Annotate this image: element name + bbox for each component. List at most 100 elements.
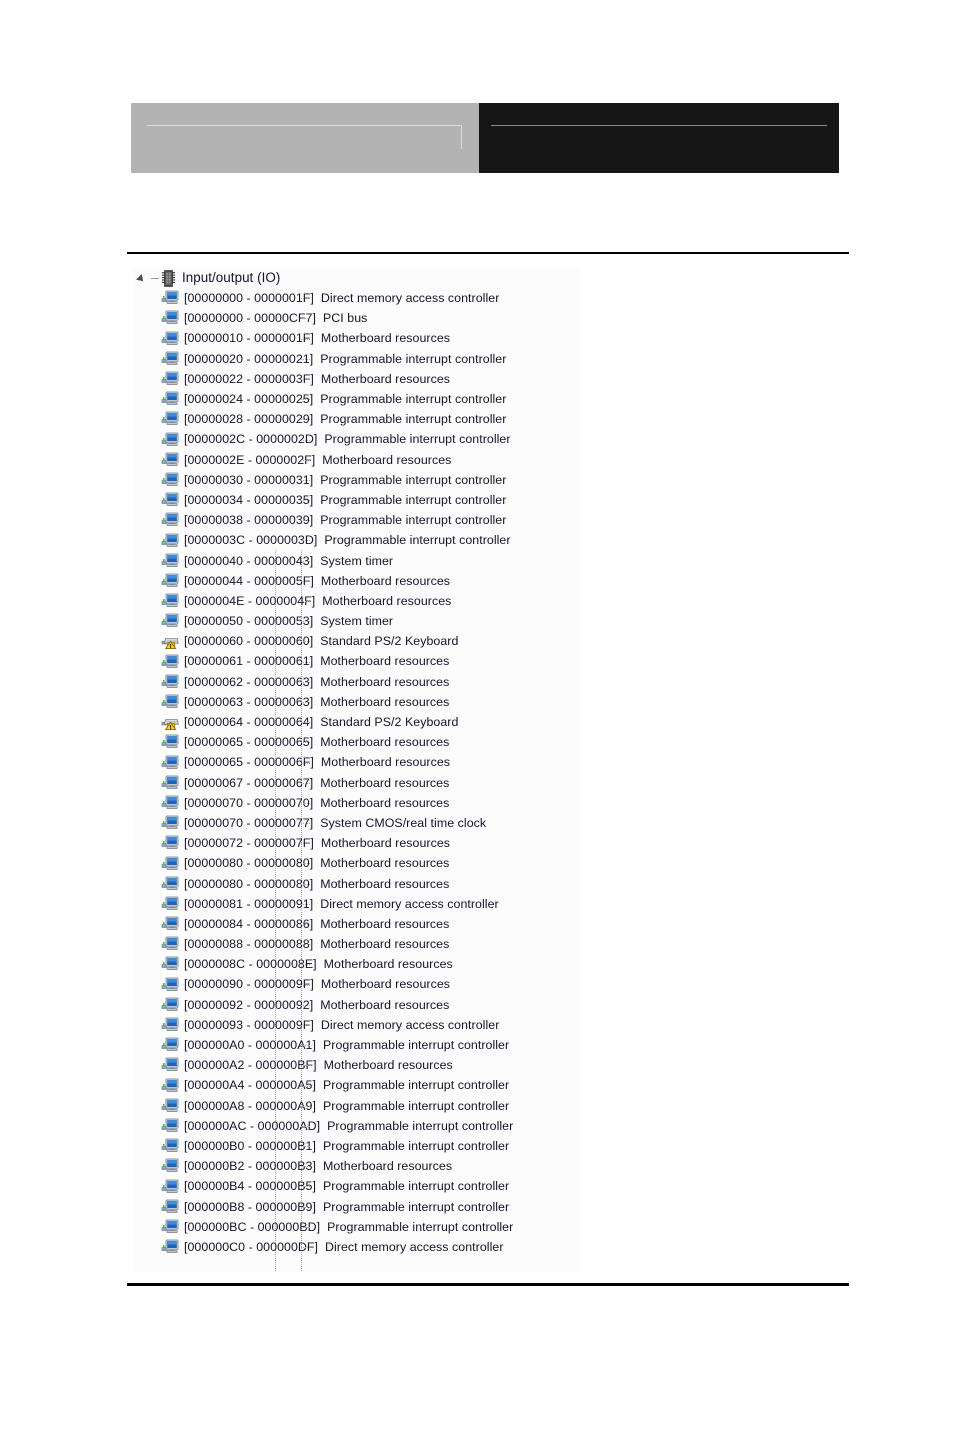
computer-icon	[161, 593, 179, 609]
tree-connector-elbow	[301, 964, 311, 966]
tree-row[interactable]: [00000044 - 0000005F] Motherboard resourc…	[133, 571, 581, 591]
resource-range: [000000B8 - 000000B9]	[184, 1199, 316, 1214]
resource-range: [00000062 - 00000063]	[184, 674, 314, 689]
tree-row[interactable]: [00000020 - 00000021] Programmable interr…	[133, 349, 581, 369]
tree-row[interactable]: [00000072 - 0000007F] Motherboard resourc…	[133, 833, 581, 853]
tree-row[interactable]: [000000A8 - 000000A9] Programmable interr…	[133, 1096, 581, 1116]
resource-device-label: Programmable interrupt controller	[320, 492, 507, 507]
computer-icon	[161, 1199, 179, 1215]
tree-row[interactable]: [00000000 - 00000CF7] PCI bus	[133, 308, 581, 328]
expand-collapse-triangle-icon[interactable]	[137, 273, 148, 284]
tree-row[interactable]: [00000034 - 00000035] Programmable interr…	[133, 490, 581, 510]
tree-row[interactable]: [00000067 - 00000067] Motherboard resourc…	[133, 773, 581, 793]
tree-row-text: [0000003C - 0000003D] Programmable interr…	[184, 534, 511, 547]
resource-device-label: Programmable interrupt controller	[320, 513, 507, 528]
tree-row[interactable]: [00000060 - 00000060] Standard PS/2 Keybo…	[133, 631, 581, 651]
tree-row[interactable]: [0000002C - 0000002D] Programmable interr…	[133, 430, 581, 450]
tree-connector-elbow	[301, 1186, 311, 1188]
tree-row[interactable]: [00000022 - 0000003F] Motherboard resourc…	[133, 369, 581, 389]
resource-device-label: Motherboard resources	[320, 694, 450, 709]
resource-device-label: Programmable interrupt controller	[327, 1118, 514, 1133]
tree-row-text: [00000081 - 00000091] Direct memory acces…	[184, 897, 499, 910]
tree-row[interactable]: [00000092 - 00000092] Motherboard resourc…	[133, 995, 581, 1015]
resource-range: [00000064 - 00000064]	[184, 715, 314, 730]
tree-row[interactable]: [000000BC - 000000BD] Programmable interr…	[133, 1217, 581, 1237]
tree-row[interactable]: [00000088 - 00000088] Motherboard resourc…	[133, 934, 581, 954]
computer-icon	[161, 1138, 179, 1154]
resource-device-label: Direct memory access controller	[320, 1017, 500, 1032]
tree-connector-elbow	[301, 298, 311, 300]
tree-row[interactable]: [000000B0 - 000000B1] Programmable interr…	[133, 1136, 581, 1156]
resource-range: [00000060 - 00000060]	[184, 634, 314, 649]
tree-connector-elbow	[301, 500, 311, 502]
tree-row[interactable]: [00000050 - 00000053] System timer	[133, 611, 581, 631]
header-banner-left-rule	[147, 125, 461, 126]
tree-row[interactable]: [000000AC - 000000AD] Programmable interr…	[133, 1116, 581, 1136]
computer-icon	[161, 1239, 179, 1255]
tree-root-row[interactable]: Input/output (IO)	[133, 268, 581, 288]
resource-range: [000000B2 - 000000B3]	[184, 1159, 316, 1174]
tree-row[interactable]: [00000081 - 00000091] Direct memory acces…	[133, 894, 581, 914]
tree-connector-elbow	[301, 1045, 311, 1047]
tree-row[interactable]: [00000093 - 0000009F] Direct memory acces…	[133, 1015, 581, 1035]
tree-row[interactable]: [00000070 - 00000070] Motherboard resourc…	[133, 793, 581, 813]
tree-row[interactable]: [00000065 - 0000006F] Motherboard resourc…	[133, 753, 581, 773]
tree-row[interactable]: [00000030 - 00000031] Programmable interr…	[133, 470, 581, 490]
tree-connector-elbow	[301, 944, 311, 946]
tree-row[interactable]: [00000062 - 00000063] Motherboard resourc…	[133, 672, 581, 692]
tree-row[interactable]: [00000010 - 0000001F] Motherboard resourc…	[133, 329, 581, 349]
tree-row[interactable]: [000000B8 - 000000B9] Programmable interr…	[133, 1197, 581, 1217]
tree-row[interactable]: [00000000 - 0000001F] Direct memory acces…	[133, 288, 581, 308]
tree-row-text: [00000044 - 0000005F] Motherboard resourc…	[184, 573, 450, 588]
resource-range: [00000034 - 00000035]	[184, 492, 314, 507]
computer-icon	[161, 734, 179, 750]
resource-range: [000000BC - 000000BD]	[184, 1219, 321, 1234]
tree-row[interactable]: [000000C0 - 000000DF] Direct memory acces…	[133, 1237, 581, 1257]
tree-connector-elbow	[301, 318, 311, 320]
tree-row[interactable]: [00000080 - 00000080] Motherboard resourc…	[133, 853, 581, 873]
computer-icon	[161, 1057, 179, 1073]
tree-row[interactable]: [00000038 - 00000039] Programmable interr…	[133, 510, 581, 530]
tree-rows-container: Input/output (IO) [00000000 - 0000001F] D…	[133, 268, 581, 1257]
tree-row[interactable]: [00000063 - 00000063] Motherboard resourc…	[133, 692, 581, 712]
resource-device-label: Motherboard resources	[320, 836, 451, 851]
tree-row[interactable]: [000000B4 - 000000B5] Programmable interr…	[133, 1176, 581, 1196]
memory-chip-icon	[161, 269, 176, 287]
tree-row[interactable]: [00000070 - 00000077] System CMOS/real ti…	[133, 813, 581, 833]
resource-range: [00000044 - 0000005F]	[184, 573, 314, 588]
tree-connector-elbow	[301, 924, 311, 925]
resource-range: [00000000 - 0000001F]	[184, 291, 314, 306]
tree-row[interactable]: [0000003C - 0000003D] Programmable interr…	[133, 530, 581, 550]
header-banner-right-rule	[491, 125, 827, 126]
tree-row[interactable]: [00000080 - 00000080] Motherboard resourc…	[133, 874, 581, 894]
header-banner	[131, 103, 839, 173]
io-resources-tree[interactable]: Input/output (IO) [00000000 - 0000001F] D…	[133, 268, 581, 1272]
resource-range: [000000B0 - 000000B1]	[184, 1138, 316, 1153]
resource-device-label: Standard PS/2 Keyboard	[320, 715, 459, 730]
tree-row[interactable]: [000000A0 - 000000A1] Programmable interr…	[133, 1035, 581, 1055]
tree-row[interactable]: [0000004E - 0000004F] Motherboard resourc…	[133, 591, 581, 611]
computer-icon	[161, 432, 179, 448]
resource-range: [0000008C - 0000008E]	[184, 957, 317, 972]
tree-row-text: [000000A8 - 000000A9] Programmable interr…	[184, 1099, 509, 1112]
tree-row[interactable]: [00000065 - 00000065] Motherboard resourc…	[133, 732, 581, 752]
tree-row[interactable]: [00000064 - 00000064] Standard PS/2 Keybo…	[133, 712, 581, 732]
tree-row-text: [00000090 - 0000009F] Motherboard resourc…	[184, 978, 450, 991]
tree-row[interactable]: [00000028 - 00000029] Programmable interr…	[133, 409, 581, 429]
tree-connector-elbow	[301, 1065, 311, 1067]
tree-row-text: [00000010 - 0000001F] Motherboard resourc…	[184, 332, 450, 345]
tree-row[interactable]: [00000040 - 00000043] System timer	[133, 551, 581, 571]
resource-device-label: Motherboard resources	[322, 1159, 453, 1174]
tree-row[interactable]: [00000061 - 00000061] Motherboard resourc…	[133, 652, 581, 672]
tree-row[interactable]: [000000A4 - 000000A5] Programmable interr…	[133, 1076, 581, 1096]
tree-row[interactable]: [00000084 - 00000086] Motherboard resourc…	[133, 914, 581, 934]
tree-row[interactable]: [000000A2 - 000000BF] Motherboard resourc…	[133, 1055, 581, 1075]
tree-row[interactable]: [00000024 - 00000025] Programmable interr…	[133, 389, 581, 409]
tree-row[interactable]: [00000090 - 0000009F] Motherboard resourc…	[133, 975, 581, 995]
tree-row[interactable]: [0000002E - 0000002F] Motherboard resourc…	[133, 450, 581, 470]
tree-row[interactable]: [000000B2 - 000000B3] Motherboard resourc…	[133, 1156, 581, 1176]
resource-device-label: Programmable interrupt controller	[320, 472, 507, 487]
tree-row[interactable]: [0000008C - 0000008E] Motherboard resourc…	[133, 954, 581, 974]
tree-row-text: [0000002E - 0000002F] Motherboard resourc…	[184, 453, 451, 466]
resource-range: [00000050 - 00000053]	[184, 614, 314, 629]
